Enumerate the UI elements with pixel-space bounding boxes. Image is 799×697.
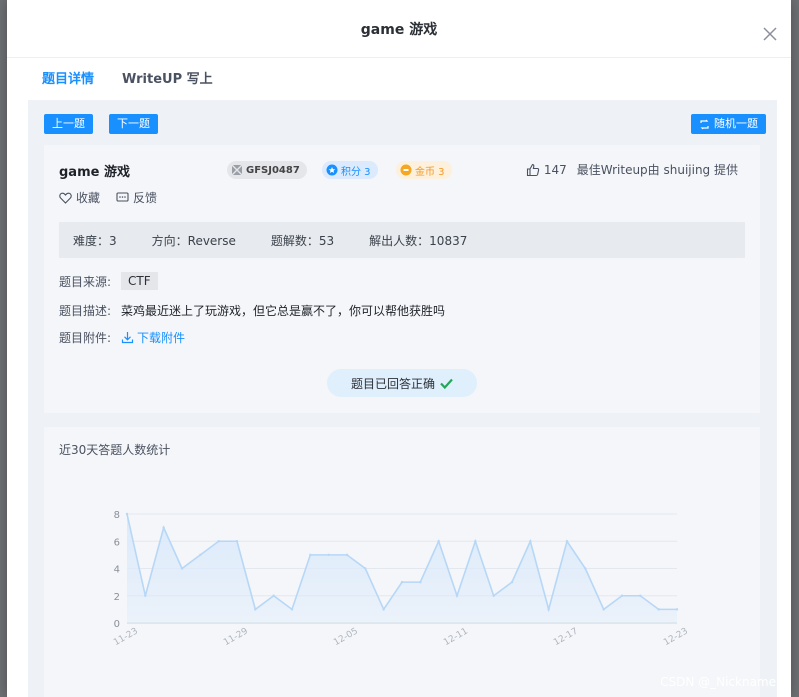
question-code-badge: GFSJ0487 [227,161,307,179]
coin-badge: 金币 3 [396,161,452,179]
coin-value: 金币 3 [415,166,445,178]
source-value: CTF [121,272,158,290]
favorite-button[interactable]: 收藏 [59,189,100,206]
challenge-modal: game 游戏 题目详情 WriteUP 写上 上一题 下一题 随机一题 gam… [7,0,791,697]
y-tick-label: 0 [114,619,120,630]
feedback-button[interactable]: 反馈 [116,189,157,206]
data-point [199,553,202,557]
download-label: 下载附件 [137,331,186,345]
answer-count-chart: 0246811-23 11-29 12-05 12-11 12-17 12-23 [112,510,690,648]
source-row: 题目来源: CTF [59,272,158,290]
data-point [419,580,422,584]
thumbs-up-icon[interactable] [526,163,540,177]
data-point [547,608,550,611]
next-question-button[interactable]: 下一题 [109,114,158,134]
check-icon [440,378,453,389]
details-panel: 上一题 下一题 随机一题 game 游戏 GFSJ0487 积分 3 金币 3 [28,100,777,697]
score-badge: 积分 3 [322,161,378,179]
data-point [364,567,367,570]
x-tick-label: 12-11 [442,626,470,648]
question-actions: 收藏 反馈 [59,189,157,206]
solvers-stat: 解出人数：10837 [369,233,468,248]
data-point [492,594,495,597]
writeup-count-stat: 题解数：53 [270,233,335,248]
difficulty-stat: 难度：3 [73,233,117,248]
feedback-label: 反馈 [133,191,158,205]
feedback-icon [116,191,129,202]
writeup-credit: 最佳Writeup由 shuijing 提供 [576,163,738,177]
data-point [455,594,459,597]
description-row: 题目描述: 菜鸡最近迷上了玩游戏，但它总是赢不了，你可以帮他获胜吗 [59,302,445,319]
data-point [217,540,220,543]
puzzle-icon [231,164,243,176]
modal-title: game 游戏 [360,21,438,38]
answered-status: 题目已回答正确 [327,369,477,397]
data-point [345,553,349,557]
data-point [382,608,385,611]
attachment-label: 题目附件: [59,331,112,345]
data-point [290,608,294,611]
data-point [235,540,239,543]
random-question-label: 随机一题 [714,117,758,130]
data-point [180,567,184,570]
answered-text: 题目已回答正确 [350,376,435,391]
data-point [144,594,147,597]
question-name: game 游戏 [59,165,130,180]
y-tick-label: 2 [114,592,120,603]
shuffle-icon [700,119,709,129]
question-stats: 难度：3 方向：Reverse 题解数：53 解出人数：10837 [59,222,745,258]
prev-question-button[interactable]: 上一题 [44,114,93,134]
like-area: 147 最佳Writeup由 shuijing 提供 [526,161,738,178]
download-icon [121,332,134,344]
close-icon[interactable] [763,27,777,41]
score-icon [326,164,338,176]
description-label: 题目描述: [59,304,112,318]
question-code: GFSJ0487 [246,164,300,176]
data-point [327,553,330,557]
x-tick-label: 12-17 [552,626,580,648]
data-point [125,512,129,516]
data-point [162,526,165,529]
data-point [565,540,569,543]
heart-icon [59,192,72,204]
y-tick-label: 6 [114,537,120,548]
data-point [657,608,660,611]
tab-details[interactable]: 题目详情 [28,58,109,102]
source-label: 题目来源: [59,274,112,289]
data-point [529,540,532,543]
tab-bar: 题目详情 WriteUP 写上 [7,58,791,102]
y-tick-label: 4 [114,565,120,576]
attachment-row: 题目附件: 下载附件 [59,329,185,346]
data-point [620,594,624,597]
data-point [584,567,587,570]
question-card: game 游戏 GFSJ0487 积分 3 金币 3 147 最佳Writeup… [44,145,760,413]
nav-buttons: 上一题 下一题 [44,114,158,134]
favorite-label: 收藏 [76,191,101,205]
x-tick-label: 11-29 [222,626,250,648]
tab-writeup[interactable]: WriteUP 写上 [108,58,227,102]
data-point [510,580,514,584]
random-question-button[interactable]: 随机一题 [691,114,766,134]
data-point [254,608,257,611]
x-tick-label: 12-05 [332,626,360,648]
modal-header: game 游戏 [7,0,791,58]
data-point [272,594,275,597]
like-count: 147 [543,162,567,177]
data-point [675,608,679,611]
data-point [309,553,312,557]
coin-icon [400,164,412,176]
description-text: 菜鸡最近迷上了玩游戏，但它总是赢不了，你可以帮他获胜吗 [121,304,446,318]
direction-stat: 方向：Reverse [151,233,236,248]
score-value: 积分 3 [341,166,371,178]
data-point [602,608,605,611]
data-point [400,580,404,584]
chart-card: 近30天答题人数统计 0 2 4 6 8 11-23 11-29 12-05 12-11 12-1… [44,427,760,697]
y-tick-label: 8 [114,510,120,521]
data-point [474,540,477,543]
download-attachment-link[interactable]: 下载附件 [121,329,185,346]
x-tick-label: 12-23 [662,626,690,648]
data-point [639,594,642,597]
data-point [437,540,440,543]
watermark: CSDN @_Nickname [660,675,776,689]
